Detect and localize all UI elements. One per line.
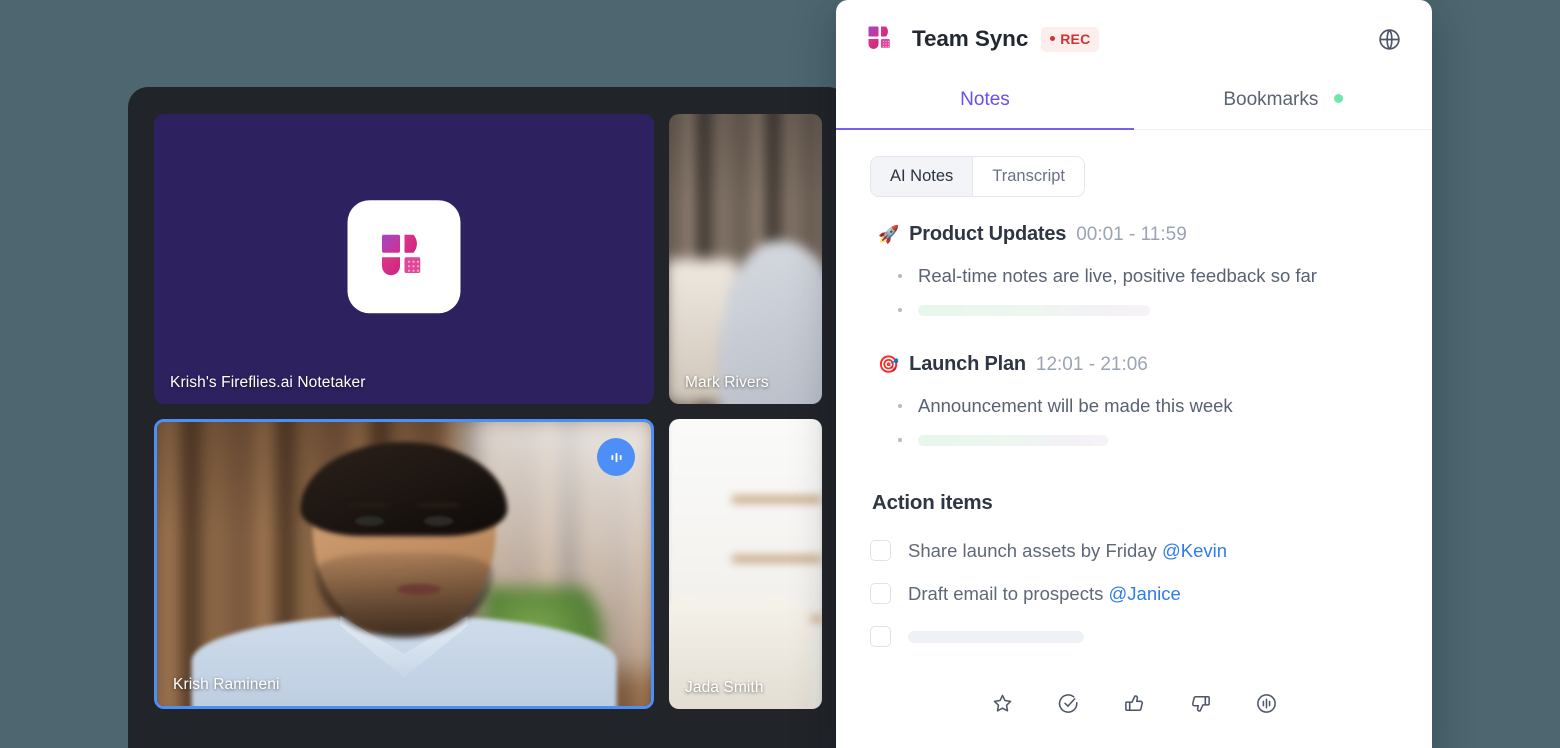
note-bullet-loading bbox=[898, 293, 1402, 327]
note-text: Real-time notes are live, positive feedb… bbox=[918, 264, 1317, 286]
thumbs-down-icon[interactable] bbox=[1185, 688, 1215, 718]
check-circle-glyph bbox=[1058, 693, 1078, 713]
thumbs-up-glyph bbox=[1124, 694, 1143, 711]
audio-wave-circle-icon[interactable] bbox=[1251, 688, 1281, 718]
note-text: Announcement will be made this week bbox=[918, 394, 1233, 416]
bullet-dot-icon bbox=[898, 404, 902, 408]
transcript-toggle[interactable]: Transcript bbox=[972, 157, 1085, 196]
section-bullets: Real-time notes are live, positive feedb… bbox=[898, 259, 1402, 327]
section-timestamp: 00:01 - 11:59 bbox=[1076, 224, 1187, 245]
action-item-label: Share launch assets by Friday bbox=[908, 539, 1162, 561]
note-skeleton bbox=[918, 304, 1150, 316]
action-item-label: Draft email to prospects bbox=[908, 582, 1109, 604]
meeting-window: Krish's Fireflies.ai Notetaker Mark Rive… bbox=[128, 87, 848, 748]
note-bullet: Real-time notes are live, positive feedb… bbox=[898, 259, 1402, 293]
globe-icon[interactable] bbox=[1372, 22, 1406, 56]
note-bullet: Announcement will be made this week bbox=[898, 389, 1402, 423]
participant-name: Krish's Fireflies.ai Notetaker bbox=[170, 374, 366, 391]
fireflies-logo-icon bbox=[868, 26, 890, 49]
participant-video-feed bbox=[669, 419, 822, 709]
tab-notes[interactable]: Notes bbox=[836, 78, 1134, 130]
action-items-heading: Action items bbox=[872, 491, 993, 514]
action-item-mention[interactable]: @Janice bbox=[1109, 583, 1181, 604]
ai-notes-toggle[interactable]: AI Notes bbox=[871, 157, 973, 196]
action-item-row: Share launch assets by Friday @Kevin bbox=[870, 529, 1402, 572]
section-timestamp: 12:01 - 21:06 bbox=[1035, 354, 1148, 375]
note-bullet-loading bbox=[898, 423, 1402, 457]
participant-name: Krish Ramineni bbox=[173, 676, 280, 693]
audio-wave-circle-glyph bbox=[1256, 693, 1276, 713]
recording-dot-icon bbox=[1050, 36, 1056, 41]
action-item-row-loading bbox=[870, 615, 1402, 658]
participant-name: Mark Rivers bbox=[685, 374, 769, 391]
participant-tile-krish-ramineni[interactable]: Krish Ramineni bbox=[154, 419, 654, 709]
participant-tile-grid: Krish's Fireflies.ai Notetaker Mark Rive… bbox=[154, 114, 822, 709]
fireflies-logo-icon bbox=[381, 234, 420, 275]
tab-notes-label: Notes bbox=[960, 89, 1010, 110]
bullet-dot-icon bbox=[898, 274, 902, 278]
audio-wave-glyph bbox=[610, 452, 622, 462]
action-item-text: Share launch assets by Friday @Kevin bbox=[908, 540, 1227, 562]
tab-bookmarks-label: Bookmarks bbox=[1223, 89, 1319, 110]
action-item-row: Draft email to prospects @Janice bbox=[870, 572, 1402, 615]
participant-tile-mark-rivers[interactable]: Mark Rivers bbox=[669, 114, 822, 404]
thumbs-up-icon[interactable] bbox=[1119, 688, 1149, 718]
bookmarks-status-dot-icon bbox=[1333, 94, 1343, 103]
rocket-icon: 🚀 bbox=[878, 225, 900, 244]
check-circle-icon[interactable] bbox=[1053, 688, 1083, 718]
bullet-dot-icon bbox=[898, 438, 902, 442]
section-title: Product Updates bbox=[909, 223, 1067, 245]
participant-tile-notetaker[interactable]: Krish's Fireflies.ai Notetaker bbox=[154, 114, 654, 404]
participant-portrait bbox=[157, 422, 651, 706]
notes-section-launch-plan: 🎯 Launch Plan 12:01 - 21:06 Announcement… bbox=[870, 353, 1402, 457]
notes-panel: Team Sync REC Notes Bookmarks AI Notes T… bbox=[836, 0, 1432, 748]
star-glyph bbox=[993, 694, 1011, 712]
panel-tabs: Notes Bookmarks bbox=[836, 78, 1432, 130]
bullet-dot-icon bbox=[898, 308, 902, 312]
globe-glyph bbox=[1378, 28, 1400, 50]
participant-name: Jada Smith bbox=[685, 679, 764, 696]
action-item-skeleton bbox=[908, 630, 1084, 643]
section-bullets: Announcement will be made this week bbox=[898, 389, 1402, 457]
notes-section-product-updates: 🚀 Product Updates 00:01 - 11:59 Real-tim… bbox=[870, 223, 1402, 327]
participant-video-feed bbox=[669, 114, 822, 404]
action-items-block: Action items Share launch assets by Frid… bbox=[870, 491, 1402, 658]
section-header: 🚀 Product Updates 00:01 - 11:59 bbox=[878, 223, 1402, 246]
audio-wave-icon[interactable] bbox=[597, 438, 635, 476]
action-item-checkbox[interactable] bbox=[870, 540, 891, 561]
star-icon[interactable] bbox=[987, 688, 1017, 718]
action-item-checkbox[interactable] bbox=[870, 626, 891, 647]
fireflies-logo-card bbox=[347, 200, 461, 314]
panel-body: AI Notes Transcript 🚀 Product Updates 00… bbox=[836, 130, 1432, 658]
tab-bookmarks[interactable]: Bookmarks bbox=[1134, 78, 1432, 129]
note-skeleton bbox=[918, 434, 1108, 446]
action-item-text: Draft email to prospects @Janice bbox=[908, 583, 1181, 605]
recording-status-badge: REC bbox=[1041, 26, 1100, 52]
notes-view-toggle: AI Notes Transcript bbox=[870, 156, 1086, 197]
panel-footer-actions bbox=[836, 688, 1432, 718]
section-title: Launch Plan bbox=[909, 353, 1026, 375]
participant-tile-jada-smith[interactable]: Jada Smith bbox=[669, 419, 822, 709]
action-items-list: Share launch assets by Friday @Kevin Dra… bbox=[870, 529, 1402, 658]
target-icon: 🎯 bbox=[878, 355, 900, 374]
panel-header: Team Sync REC bbox=[836, 0, 1432, 78]
section-header: 🎯 Launch Plan 12:01 - 21:06 bbox=[878, 353, 1402, 376]
action-item-mention[interactable]: @Kevin bbox=[1162, 540, 1227, 561]
meeting-title: Team Sync bbox=[912, 26, 1029, 51]
action-item-checkbox[interactable] bbox=[870, 583, 891, 604]
recording-label: REC bbox=[1060, 30, 1091, 47]
thumbs-down-glyph bbox=[1191, 695, 1210, 712]
